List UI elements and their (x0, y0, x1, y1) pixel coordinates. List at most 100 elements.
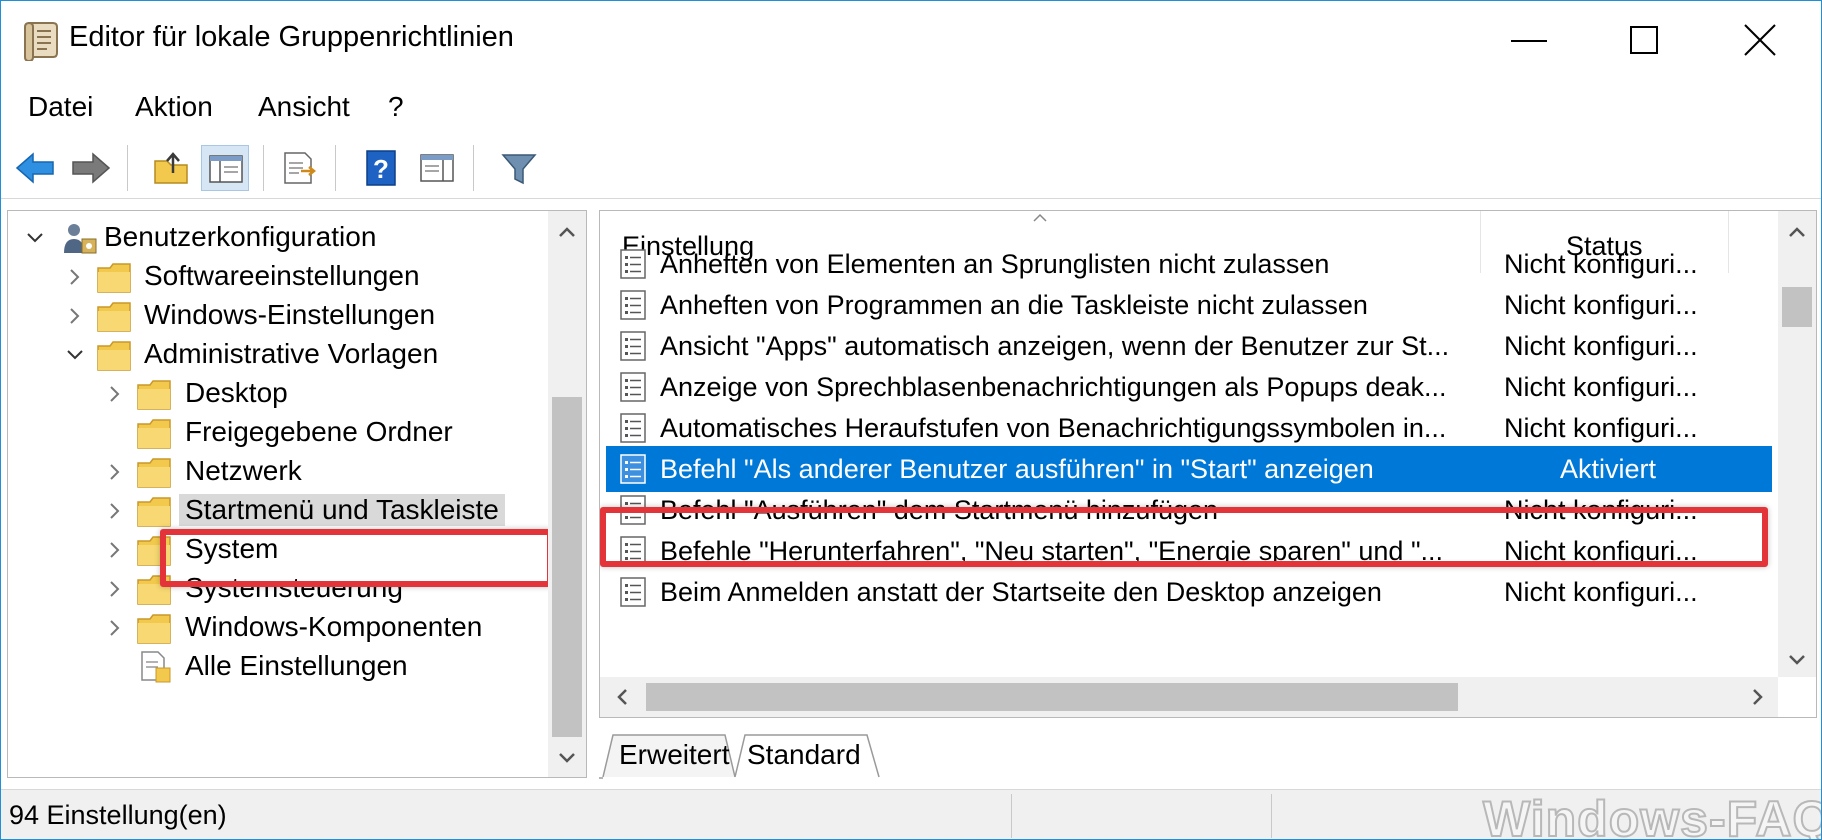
menu-ansicht[interactable]: Ansicht (258, 91, 350, 123)
setting-name: Anheften von Elementen an Sprunglisten n… (660, 249, 1330, 279)
setting-status: Aktiviert (1560, 454, 1657, 484)
chevron-right-icon[interactable] (104, 383, 126, 405)
policy-setting-icon (620, 331, 646, 361)
toolbar-separator (263, 145, 264, 191)
folder-icon (137, 380, 171, 410)
tree-item-windows-komponenten[interactable]: Windows-Komponenten (8, 607, 548, 651)
setting-name: Anheften von Programmen an die Taskleist… (660, 290, 1368, 320)
show-hide-action-pane-icon (420, 154, 454, 182)
setting-name: Anzeige von Sprechblasenbenachrichtigung… (660, 372, 1447, 402)
minimize-button[interactable] (1471, 1, 1587, 81)
setting-status: Nicht konfiguri... (1504, 577, 1698, 607)
list-item[interactable]: Automatisches Heraufstufen von Benachric… (600, 405, 1778, 452)
all-settings-icon (141, 651, 171, 683)
chevron-right-icon[interactable] (64, 266, 86, 288)
chevron-down-icon[interactable] (24, 227, 46, 249)
policy-setting-icon (620, 290, 646, 320)
chevron-right-icon[interactable] (104, 500, 126, 522)
setting-status: Nicht konfiguri... (1504, 249, 1698, 279)
chevron-right-icon[interactable] (104, 539, 126, 561)
up-folder-icon (154, 152, 188, 184)
forward-button[interactable] (67, 145, 115, 191)
scroll-up-icon[interactable] (554, 219, 580, 245)
back-button[interactable] (11, 145, 59, 191)
list-horizontal-scrollbar[interactable] (600, 677, 1778, 717)
menu-datei[interactable]: Datei (28, 91, 93, 123)
tab-standard[interactable]: Standard (745, 733, 869, 777)
scroll-up-icon[interactable] (1784, 219, 1810, 245)
sort-ascending-icon (1033, 213, 1047, 222)
scroll-thumb[interactable] (1782, 287, 1812, 327)
chevron-right-icon[interactable] (104, 578, 126, 600)
tree-item-label: Benutzerkonfiguration (104, 221, 377, 252)
list-item[interactable]: Anheften von Programmen an die Taskleist… (600, 282, 1778, 329)
help-icon: ? (366, 150, 396, 186)
list-vertical-scrollbar[interactable] (1778, 211, 1816, 677)
chevron-right-icon[interactable] (64, 305, 86, 327)
window-title: Editor für lokale Gruppenrichtlinien (69, 21, 514, 53)
tree-item-label: Netzwerk (185, 455, 302, 486)
settings-list-pane: Einstellung Status Anheften von Elemente… (599, 210, 1817, 718)
menu-bar: Datei Aktion Ansicht ? (1, 81, 1821, 137)
tree-vertical-scrollbar[interactable] (548, 211, 586, 777)
up-level-button[interactable] (147, 145, 195, 191)
chevron-right-icon[interactable] (104, 461, 126, 483)
tree-item-netzwerk[interactable]: Netzwerk (8, 451, 548, 495)
scroll-down-icon[interactable] (554, 745, 580, 771)
close-button[interactable] (1703, 1, 1819, 81)
title-bar[interactable]: Editor für lokale Gruppenrichtlinien (1, 1, 1821, 81)
tab-erweitert[interactable]: Erweitert (613, 733, 733, 777)
scroll-left-icon[interactable] (610, 685, 634, 709)
export-list-button[interactable] (275, 145, 323, 191)
chevron-down-icon[interactable] (64, 344, 86, 366)
show-hide-tree-button[interactable] (201, 145, 249, 191)
tree-item-label: Desktop (185, 377, 288, 408)
setting-name: Automatisches Heraufstufen von Benachric… (660, 413, 1447, 443)
tree-pane: Benutzerkonfiguration Softwareeinstellun… (7, 210, 587, 778)
toolbar-separator (335, 145, 336, 191)
tab-label: Standard (747, 739, 861, 770)
scroll-right-icon[interactable] (1746, 685, 1770, 709)
list-item-selected[interactable]: Befehl "Als anderer Benutzer ausführen" … (606, 446, 1772, 492)
list-item[interactable]: Anheften von Elementen an Sprunglisten n… (600, 241, 1778, 288)
tree-item-freigegebene-ordner[interactable]: Freigegebene Ordner (8, 412, 548, 456)
tab-label: Erweitert (619, 739, 730, 770)
help-button[interactable]: ? (357, 145, 405, 191)
setting-name: Befehl "Als anderer Benutzer ausführen" … (660, 454, 1374, 484)
menu-aktion[interactable]: Aktion (135, 91, 213, 123)
status-bar: 94 Einstellung(en) Windows-FAQ (1, 789, 1821, 839)
scroll-thumb[interactable] (646, 683, 1458, 711)
setting-status: Nicht konfiguri... (1504, 372, 1698, 402)
filter-button[interactable] (495, 145, 543, 191)
scroll-down-icon[interactable] (1784, 647, 1810, 673)
highlight-box (600, 507, 1768, 567)
policy-setting-icon (620, 249, 646, 279)
folder-icon (97, 263, 131, 293)
gpedit-window: Editor für lokale Gruppenrichtlinien Dat… (0, 0, 1822, 840)
scroll-thumb[interactable] (552, 397, 582, 737)
toolbar: ? (1, 137, 1821, 199)
policy-setting-icon (620, 577, 646, 607)
tree-item-windows-einstellungen[interactable]: Windows-Einstellungen (8, 295, 548, 339)
svg-text:?: ? (373, 154, 389, 184)
list-item[interactable]: Beim Anmelden anstatt der Startseite den… (600, 569, 1778, 616)
menu-help[interactable]: ? (388, 91, 404, 123)
tree-item-startmenue-und-taskleiste[interactable]: Startmenü und Taskleiste (8, 490, 548, 534)
tree-item-desktop[interactable]: Desktop (8, 373, 548, 417)
show-hide-action-pane-button[interactable] (413, 145, 461, 191)
maximize-button[interactable] (1587, 1, 1703, 81)
view-tabs: Erweitert Standard (599, 733, 1699, 779)
list-item[interactable]: Anzeige von Sprechblasenbenachrichtigung… (600, 364, 1778, 411)
tree-item-label: Freigegebene Ordner (185, 416, 453, 447)
tree-item-label: Administrative Vorlagen (144, 338, 439, 369)
status-count: 94 Einstellung(en) (9, 800, 227, 830)
tree-item-benutzerkonfiguration[interactable]: Benutzerkonfiguration (8, 217, 548, 261)
tree-item-administrative-vorlagen[interactable]: Administrative Vorlagen (8, 334, 548, 378)
maximize-icon (1630, 26, 1658, 54)
policy-setting-icon (620, 413, 646, 443)
tree-item-softwareeinstellungen[interactable]: Softwareeinstellungen (8, 256, 548, 300)
tree-item-alle-einstellungen[interactable]: Alle Einstellungen (8, 646, 548, 690)
list-item[interactable]: Ansicht "Apps" automatisch anzeigen, wen… (600, 323, 1778, 370)
tree-item-label: Softwareeinstellungen (144, 260, 420, 291)
chevron-right-icon[interactable] (104, 617, 126, 639)
